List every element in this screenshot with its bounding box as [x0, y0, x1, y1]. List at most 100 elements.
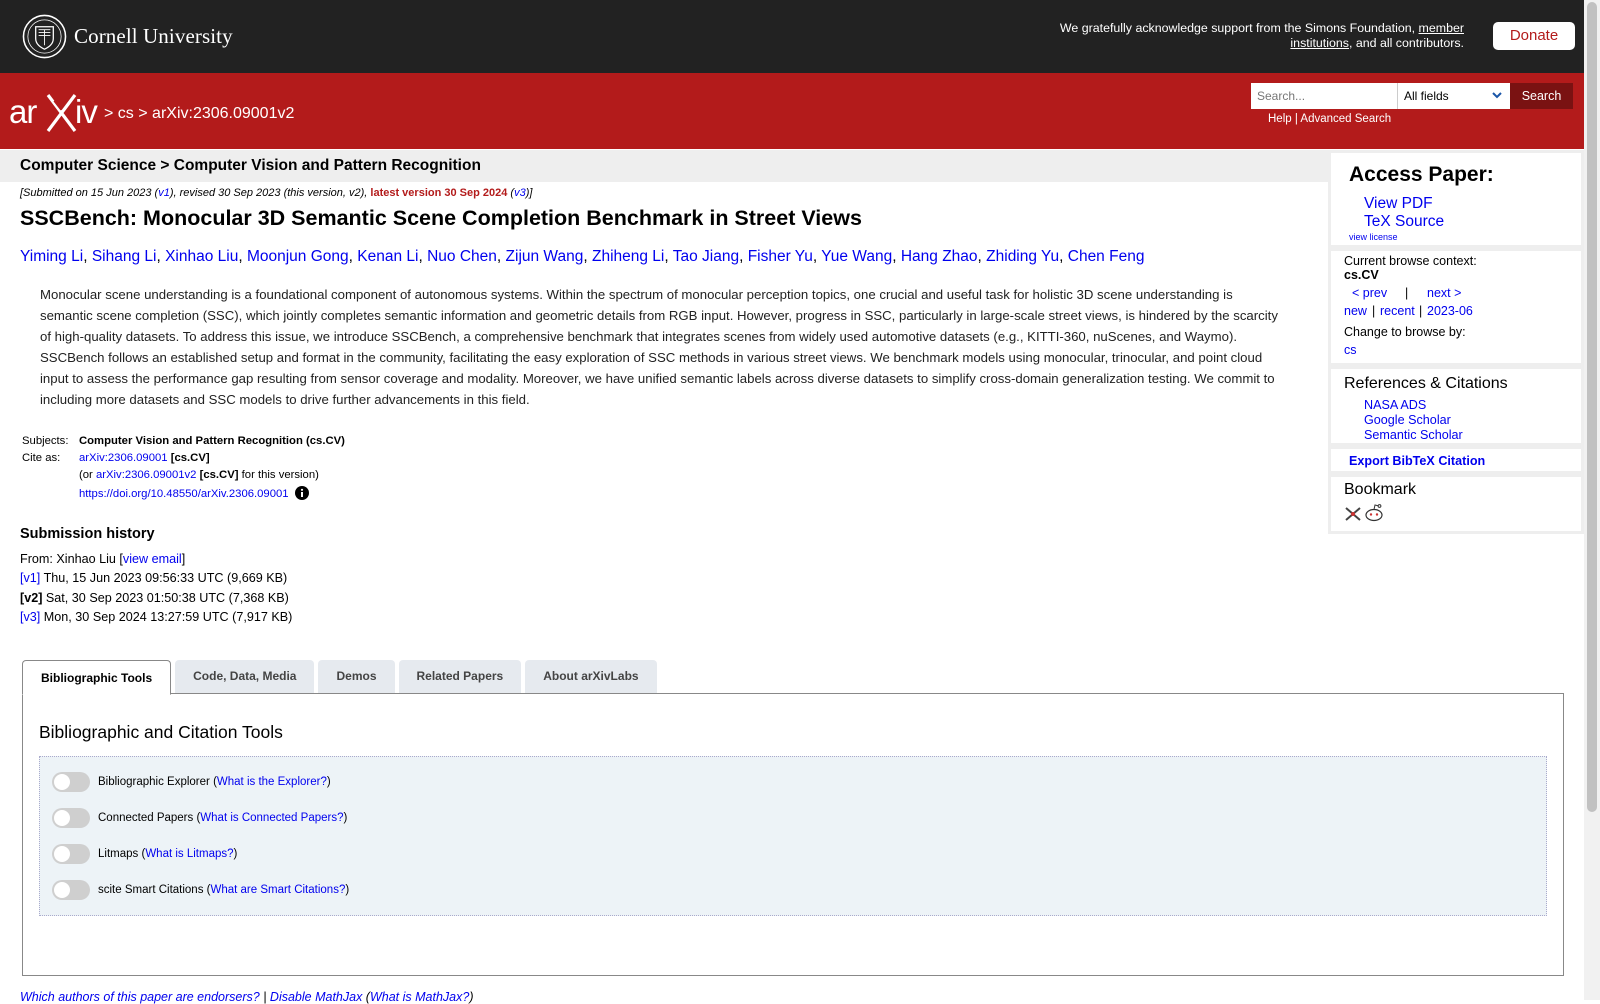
- disable-mathjax-link[interactable]: Disable MathJax: [270, 990, 362, 1004]
- bibsonomy-icon[interactable]: [1344, 506, 1362, 522]
- author-separator: ,: [238, 248, 247, 265]
- bookmark-box: Bookmark: [1328, 474, 1584, 534]
- litmaps-info-link[interactable]: What is Litmaps?: [145, 848, 233, 860]
- tab-related-papers[interactable]: Related Papers: [398, 660, 522, 693]
- search-field-select[interactable]: All fields: [1397, 83, 1510, 109]
- subjects-value: Computer Vision and Pattern Recognition …: [79, 435, 345, 447]
- cornell-seal-icon: [22, 14, 67, 59]
- author-list: Yiming Li, Sihang Li, Xinhao Liu, Moonju…: [20, 248, 1144, 266]
- view-license-link[interactable]: view license: [1349, 232, 1398, 242]
- help-links: Help | Advanced Search: [1268, 113, 1392, 125]
- connected-papers-info-link[interactable]: What is Connected Papers?: [200, 812, 343, 824]
- author-link[interactable]: Yiming Li: [20, 248, 83, 265]
- author-link[interactable]: Fisher Yu: [748, 248, 813, 265]
- chevron-down-icon: [1492, 92, 1502, 99]
- version-row: [v2] Sat, 30 Sep 2023 01:50:38 UTC (7,36…: [20, 590, 289, 605]
- version-v1-link[interactable]: [v1]: [20, 571, 40, 585]
- browse-context-label: Current browse context:: [1344, 254, 1477, 268]
- author-link[interactable]: Zhiding Yu: [986, 248, 1059, 265]
- version-row: [v1] Thu, 15 Jun 2023 09:56:33 UTC (9,66…: [20, 571, 288, 586]
- author-link[interactable]: Zhiheng Li: [592, 248, 664, 265]
- scrollbar-thumb[interactable]: [1587, 2, 1597, 812]
- google-scholar-link[interactable]: Google Scholar: [1364, 413, 1451, 427]
- top-bar: Cornell University We gratefully acknowl…: [0, 0, 1584, 73]
- next-link[interactable]: next >: [1427, 286, 1461, 300]
- support-acknowledgement: We gratefully acknowledge support from t…: [1059, 21, 1464, 50]
- browse-cs-link[interactable]: cs: [1344, 343, 1357, 357]
- tab-panel: Bibliographic and Citation Tools Bibliog…: [22, 693, 1564, 976]
- bottom-links: Which authors of this paper are endorser…: [20, 990, 474, 1004]
- search-input[interactable]: Search...: [1251, 83, 1397, 109]
- view-email-link[interactable]: view email: [123, 552, 182, 566]
- semantic-scholar-link[interactable]: Semantic Scholar: [1364, 428, 1463, 442]
- endorsers-link[interactable]: Which authors of this paper are endorser…: [20, 990, 260, 1004]
- tool-connected-papers: Connected Papers (What is Connected Pape…: [52, 808, 347, 828]
- labs-tabs: Bibliographic Tools Code, Data, Media De…: [22, 660, 661, 695]
- browse-recent-link[interactable]: recent: [1380, 304, 1415, 318]
- litmaps-toggle[interactable]: [52, 844, 90, 864]
- tool-litmaps: Litmaps (What is Litmaps?): [52, 844, 237, 864]
- connected-papers-toggle[interactable]: [52, 808, 90, 828]
- author-link[interactable]: Nuo Chen: [427, 248, 497, 265]
- author-separator: ,: [977, 248, 987, 265]
- breadcrumb-cs[interactable]: cs: [118, 105, 134, 122]
- browse-new-link[interactable]: new: [1344, 304, 1367, 318]
- nasa-ads-link[interactable]: NASA ADS: [1364, 398, 1426, 412]
- v3-link[interactable]: v3: [514, 187, 526, 199]
- browse-month-link[interactable]: 2023-06: [1427, 304, 1473, 318]
- author-separator: ,: [496, 248, 506, 265]
- v1-link[interactable]: v1: [158, 187, 170, 199]
- author-link[interactable]: Yue Wang: [821, 248, 892, 265]
- info-icon[interactable]: [294, 486, 309, 500]
- breadcrumb: > cs > arXiv:2306.09001v2: [104, 105, 295, 122]
- export-box: Export BibTeX Citation: [1328, 446, 1584, 474]
- svg-text:ar: ar: [9, 93, 37, 130]
- author-link[interactable]: Sihang Li: [92, 248, 157, 265]
- view-pdf-link[interactable]: View PDF: [1364, 195, 1433, 213]
- version-v2-current: [v2]: [20, 590, 43, 605]
- explorer-info-link[interactable]: What is the Explorer?: [217, 776, 327, 788]
- scite-toggle[interactable]: [52, 880, 90, 900]
- author-separator: ,: [83, 248, 92, 265]
- what-is-mathjax-link[interactable]: What is MathJax?: [370, 990, 469, 1004]
- access-paper-box: Access Paper: View PDF TeX Source view l…: [1328, 150, 1584, 248]
- doi-link[interactable]: https://doi.org/10.48550/arXiv.2306.0900…: [79, 488, 289, 500]
- help-link[interactable]: Help: [1268, 113, 1292, 125]
- submission-history-heading: Submission history: [20, 526, 155, 542]
- advanced-search-link[interactable]: Advanced Search: [1300, 113, 1391, 125]
- author-separator: ,: [583, 248, 592, 265]
- author-link[interactable]: Moonjun Gong: [247, 248, 349, 265]
- tex-source-link[interactable]: TeX Source: [1364, 213, 1444, 231]
- prev-link[interactable]: < prev: [1352, 286, 1387, 300]
- submission-history: From: Xinhao Liu [view email] [v1] Thu, …: [20, 550, 292, 628]
- author-link[interactable]: Chen Feng: [1068, 248, 1145, 265]
- version-v3-link[interactable]: [v3]: [20, 610, 40, 624]
- tab-bibliographic-tools[interactable]: Bibliographic Tools: [22, 660, 172, 695]
- cornell-logo[interactable]: Cornell University: [22, 14, 233, 59]
- tab-code-data-media[interactable]: Code, Data, Media: [175, 660, 315, 693]
- references-heading: References & Citations: [1344, 375, 1508, 392]
- search-button[interactable]: Search: [1510, 83, 1573, 109]
- cite-version-link[interactable]: arXiv:2306.09001v2: [96, 469, 197, 481]
- author-link[interactable]: Tao Jiang: [673, 248, 739, 265]
- tab-about-arxivlabs[interactable]: About arXivLabs: [525, 660, 657, 693]
- svg-text:iv: iv: [75, 93, 98, 130]
- bibliographic-explorer-toggle[interactable]: [52, 772, 90, 792]
- cite-label: Cite as:: [22, 452, 61, 464]
- cite-id-link[interactable]: arXiv:2306.09001: [79, 452, 168, 464]
- export-bibtex-link[interactable]: Export BibTeX Citation: [1349, 454, 1485, 468]
- donate-button[interactable]: Donate: [1493, 22, 1575, 50]
- scite-info-link[interactable]: What are Smart Citations?: [210, 884, 345, 896]
- arxiv-logo-icon[interactable]: ar iv: [9, 91, 101, 133]
- author-link[interactable]: Hang Zhao: [901, 248, 978, 265]
- author-link[interactable]: Zijun Wang: [506, 248, 584, 265]
- page-scrollbar[interactable]: [1584, 0, 1600, 1000]
- author-link[interactable]: Kenan Li: [357, 248, 418, 265]
- tab-demos[interactable]: Demos: [318, 660, 395, 693]
- author-separator: ,: [812, 248, 822, 265]
- reddit-icon[interactable]: [1364, 503, 1384, 522]
- author-link[interactable]: Xinhao Liu: [165, 248, 238, 265]
- institution-name: Cornell University: [74, 24, 233, 48]
- author-separator: ,: [739, 248, 748, 265]
- references-box: References & Citations NASA ADS Google S…: [1328, 366, 1584, 446]
